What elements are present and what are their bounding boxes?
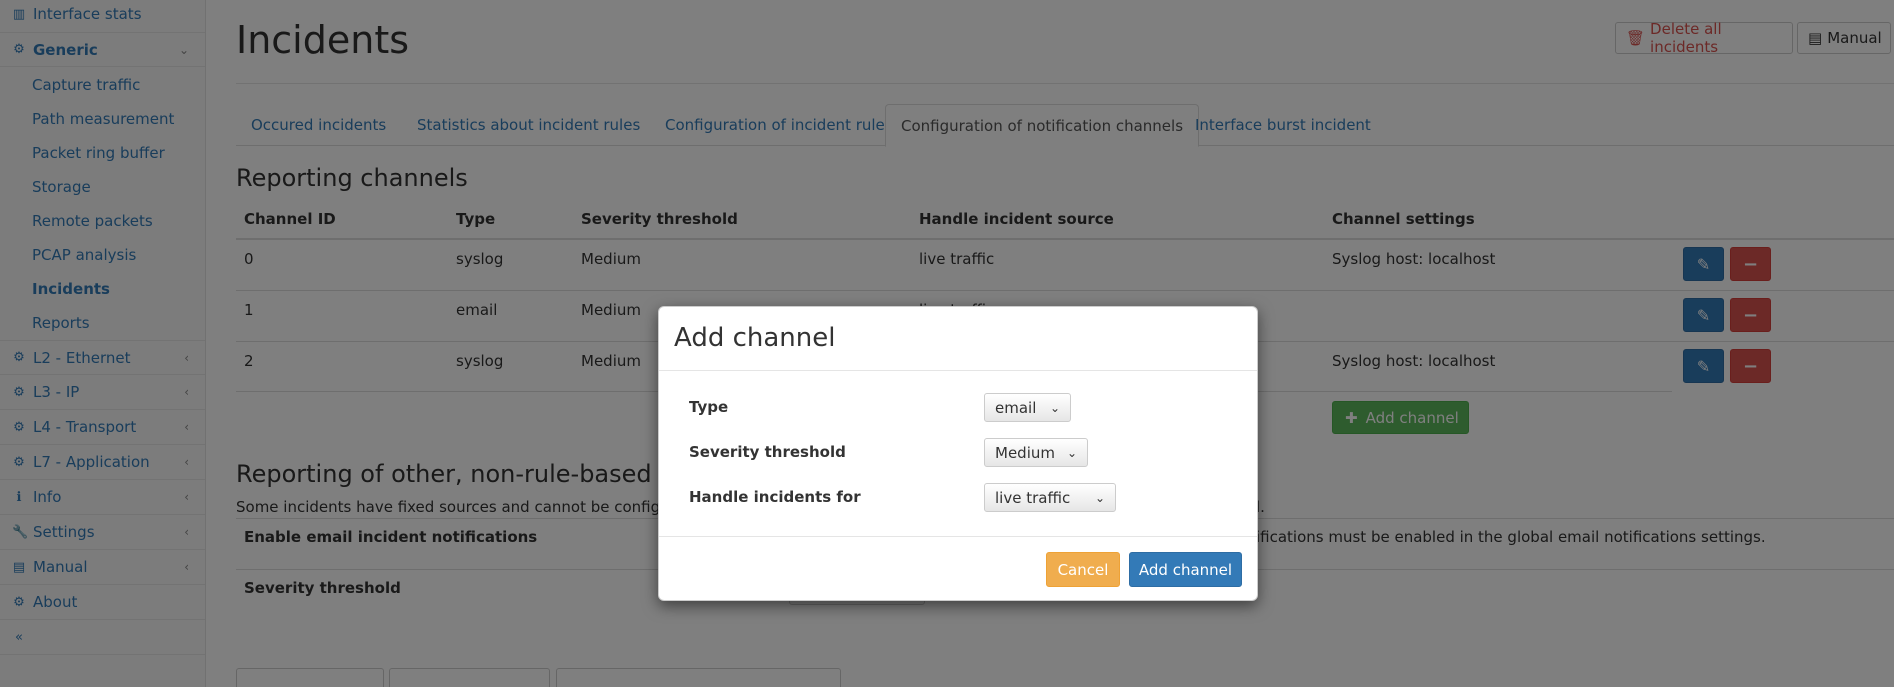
chevron-down-icon: ⌄ [1066, 445, 1077, 460]
chevron-down-icon: ⌄ [1049, 400, 1060, 415]
dialog-header-divider [659, 370, 1257, 371]
severity-threshold-select[interactable]: Medium ⌄ [984, 438, 1088, 467]
add-channel-dialog: Add channel Type email ⌄ Severity thresh… [658, 306, 1258, 601]
type-select[interactable]: email ⌄ [984, 393, 1071, 422]
severity-threshold-label: Severity threshold [689, 443, 846, 461]
select-value: Medium [995, 443, 1055, 462]
type-label: Type [689, 398, 729, 416]
dialog-footer-divider [659, 536, 1257, 537]
dialog-title: Add channel [674, 323, 836, 353]
select-value: live traffic [995, 488, 1071, 507]
cancel-button[interactable]: Cancel [1046, 552, 1120, 587]
add-channel-submit-button[interactable]: Add channel [1129, 552, 1242, 587]
handle-incidents-select[interactable]: live traffic ⌄ [984, 483, 1116, 512]
select-value: email [995, 398, 1037, 417]
chevron-down-icon: ⌄ [1094, 490, 1105, 505]
handle-incidents-label: Handle incidents for [689, 488, 861, 506]
